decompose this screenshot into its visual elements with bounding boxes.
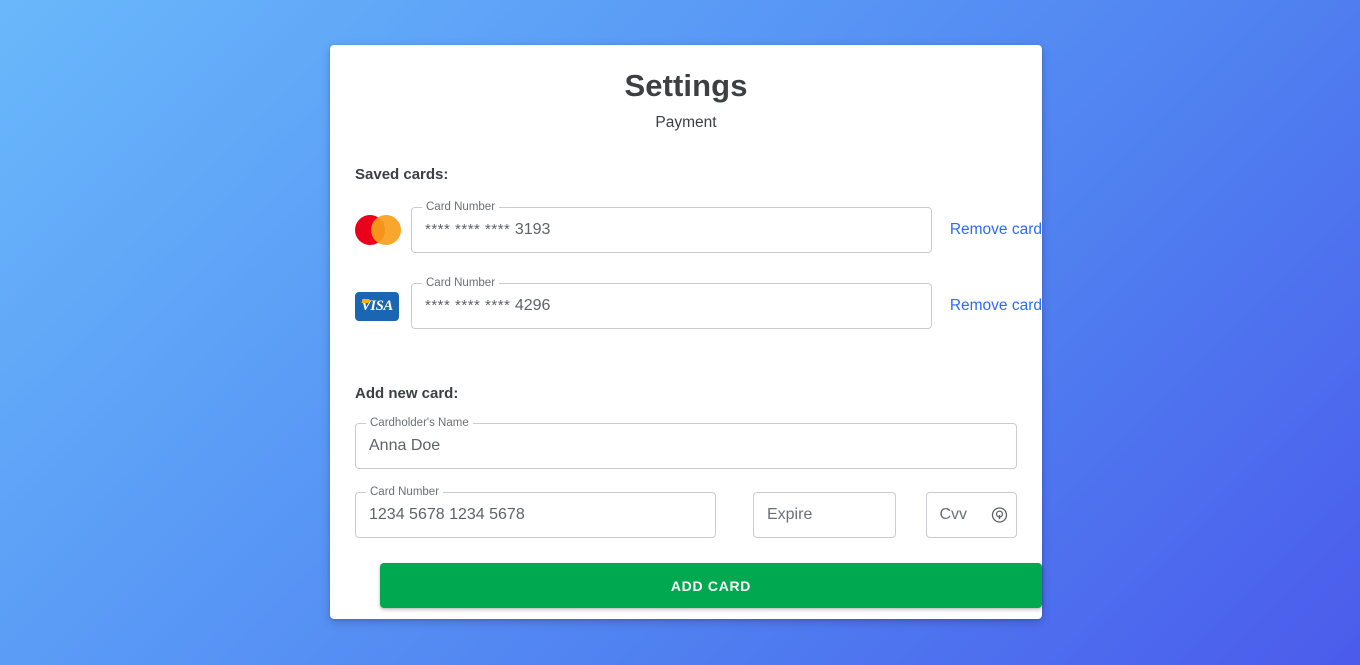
card-details-row: Card Number 1234 5678 1234 5678 Expire C… <box>355 486 1017 538</box>
saved-card-number-field[interactable]: Card Number **** **** **** 4296 <box>411 277 932 329</box>
saved-card-number-value: **** **** **** 3193 <box>412 220 563 240</box>
cardholder-name-value: Anna Doe <box>369 437 441 454</box>
card-number-field[interactable]: Card Number 1234 5678 1234 5678 <box>355 486 716 538</box>
card-last4: 4296 <box>514 297 551 314</box>
add-new-card-heading: Add new card: <box>355 385 459 402</box>
remove-card-link[interactable]: Remove card <box>950 221 1042 239</box>
panel-header: Settings Payment <box>330 45 1042 133</box>
saved-card-row: VISA Card Number **** **** **** 4296 Rem… <box>330 277 1042 330</box>
saved-card-number-value: **** **** **** 4296 <box>412 296 563 316</box>
saved-card-row: Card Number **** **** **** 3193 Remove c… <box>330 201 1042 254</box>
visa-icon: VISA <box>355 289 405 323</box>
cardholder-name-field[interactable]: Cardholder's Name Anna Doe <box>355 417 1017 469</box>
saved-cards-list: Card Number **** **** **** 3193 Remove c… <box>330 183 1042 330</box>
add-new-card-form: Cardholder's Name Anna Doe Card Number 1… <box>330 402 1042 608</box>
saved-card-number-legend: Card Number <box>422 277 500 290</box>
cvv-placeholder: Cvv <box>939 506 968 523</box>
card-number-value: 1234 5678 1234 5678 <box>369 506 525 523</box>
card-number-legend: Card Number <box>366 486 444 499</box>
cvv-field[interactable]: Cvv <box>925 492 1017 538</box>
visa-wordmark: VISA <box>361 297 393 314</box>
masked-digits: **** **** **** <box>425 297 511 314</box>
masked-digits: **** **** **** <box>425 221 511 238</box>
saved-card-number-legend: Card Number <box>422 201 500 214</box>
expire-field[interactable]: Expire <box>752 492 896 538</box>
add-new-card-heading-wrap: Add new card: <box>330 358 1042 402</box>
mastercard-icon <box>355 213 405 247</box>
expire-placeholder: Expire <box>766 506 813 523</box>
page-subtitle: Payment <box>655 114 717 131</box>
cardholder-name-legend: Cardholder's Name <box>366 417 473 430</box>
add-card-button[interactable]: ADD CARD <box>380 563 1042 608</box>
saved-cards-heading: Saved cards: <box>355 166 449 183</box>
saved-card-number-field[interactable]: Card Number **** **** **** 3193 <box>411 201 932 253</box>
cvv-help-icon[interactable] <box>991 507 1008 524</box>
saved-cards-heading-wrap: Saved cards: <box>330 133 1042 183</box>
settings-panel: Settings Payment Saved cards: Card Numbe… <box>330 45 1042 619</box>
card-last4: 3193 <box>514 221 551 238</box>
page-title: Settings <box>624 68 748 103</box>
remove-card-link[interactable]: Remove card <box>950 297 1042 315</box>
